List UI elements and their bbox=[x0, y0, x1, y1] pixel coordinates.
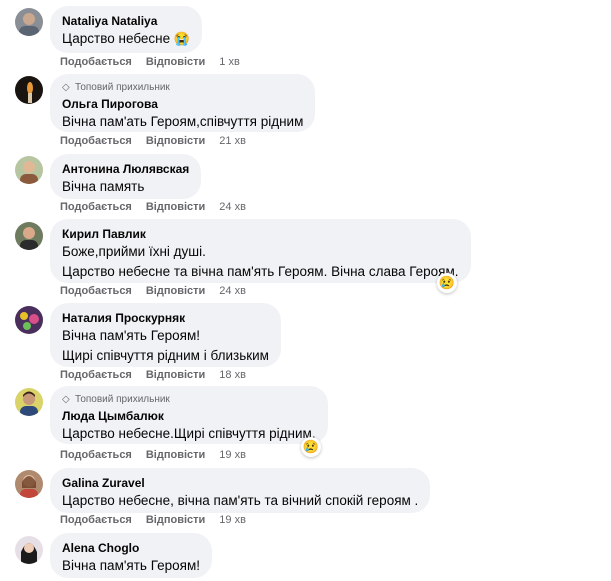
comment-time[interactable]: 19 хв bbox=[219, 449, 246, 461]
like-button[interactable]: Подобається bbox=[60, 514, 132, 526]
reply-button[interactable]: Відповісти bbox=[146, 514, 205, 526]
comment-time[interactable]: 19 хв bbox=[219, 514, 246, 526]
comment-actions: Подобається Відповісти 19 хв bbox=[60, 449, 246, 461]
comment-bubble: Galina Zuravel Царство небесне, вічна па… bbox=[50, 468, 431, 513]
comment-bubble: Наталия Проскурняк Вічна пам'ять Героям!… bbox=[50, 303, 281, 367]
avatar[interactable] bbox=[15, 388, 43, 416]
comment-author[interactable]: Nataliya Nataliya bbox=[62, 13, 190, 29]
comment-time[interactable]: 24 хв bbox=[219, 285, 246, 297]
comment-text: Щирі співчуття рідним і близьким bbox=[62, 348, 269, 363]
comment-bubble: Alena Choglo Вічна пам'ять Героям! bbox=[50, 533, 212, 578]
comment-author[interactable]: Alena Choglo bbox=[62, 540, 200, 556]
like-button[interactable]: Подобається bbox=[60, 135, 132, 147]
comment-actions: Подобається Відповісти 21 хв bbox=[60, 135, 246, 147]
like-button[interactable]: Подобається bbox=[60, 369, 132, 381]
like-button[interactable]: Подобається bbox=[60, 449, 132, 461]
comment-text: Вічна память bbox=[62, 179, 145, 194]
comment-author[interactable]: Galina Zuravel bbox=[62, 475, 418, 491]
comment-author[interactable]: Люда Цымбалюк bbox=[62, 408, 316, 424]
comment-author[interactable]: Наталия Проскурняк bbox=[62, 310, 269, 326]
comment-text: Царство небесне 😭 bbox=[62, 31, 191, 46]
reaction-sad-icon[interactable]: 😢 bbox=[301, 437, 321, 457]
comment-bubble: ◇ Топовий прихильник Люда Цымбалюк Царств… bbox=[50, 386, 328, 444]
diamond-icon: ◇ bbox=[62, 394, 70, 405]
comment-time[interactable]: 1 хв bbox=[219, 56, 240, 68]
reply-button[interactable]: Відповісти bbox=[146, 285, 205, 297]
like-button[interactable]: Подобається bbox=[60, 56, 132, 68]
comment-actions: Подобається Відповісти 1 хв bbox=[60, 56, 240, 68]
comment-actions: Подобається Відповісти 24 хв bbox=[60, 285, 246, 297]
reply-button[interactable]: Відповісти bbox=[146, 201, 205, 213]
comment-text: Боже,прийми їхні душі. bbox=[62, 244, 206, 259]
avatar[interactable] bbox=[15, 156, 43, 184]
avatar[interactable] bbox=[15, 8, 43, 36]
comment-bubble: ◇ Топовий прихильник Ольга Пирогова Вічна… bbox=[50, 74, 316, 132]
comment-bubble: Антонина Люлявская Вічна память bbox=[50, 154, 202, 199]
avatar[interactable] bbox=[15, 222, 43, 250]
comment-bubble: Nataliya Nataliya Царство небесне 😭 bbox=[50, 6, 203, 53]
comment-time[interactable]: 21 хв bbox=[219, 135, 246, 147]
comment-text: Вічна пам'ять Героям! bbox=[62, 558, 200, 573]
top-fan-badge: ◇ Топовий прихильник bbox=[62, 82, 170, 93]
like-button[interactable]: Подобається bbox=[60, 285, 132, 297]
avatar[interactable] bbox=[15, 470, 43, 498]
reply-button[interactable]: Відповісти bbox=[146, 369, 205, 381]
comment-text: Царство небесне, вічна пам'ять та вічний… bbox=[62, 493, 419, 508]
top-fan-badge: ◇ Топовий прихильник bbox=[62, 394, 170, 405]
diamond-icon: ◇ bbox=[62, 82, 70, 93]
reaction-sad-icon[interactable]: 😢 bbox=[437, 273, 457, 293]
comment-actions: Подобається Відповісти 24 хв bbox=[60, 201, 246, 213]
comment-text: Вічна пам'ать Героям,співчуття рідним bbox=[62, 114, 304, 129]
comment-time[interactable]: 18 хв bbox=[219, 369, 246, 381]
reply-button[interactable]: Відповісти bbox=[146, 135, 205, 147]
crying-emoji-icon: 😭 bbox=[173, 31, 191, 46]
comment-text: Царство небесне та вічна пам'ять Героям.… bbox=[62, 264, 459, 279]
avatar[interactable] bbox=[15, 306, 43, 334]
comment-author[interactable]: Кирил Павлик bbox=[62, 226, 459, 242]
comment-author[interactable]: Антонина Люлявская bbox=[62, 161, 189, 177]
avatar[interactable] bbox=[15, 536, 43, 564]
comment-author[interactable]: Ольга Пирогова bbox=[62, 96, 303, 112]
comment-actions: Подобається Відповісти 19 хв bbox=[60, 514, 246, 526]
comment-bubble: Кирил Павлик Боже,прийми їхні душі. Царс… bbox=[50, 219, 471, 283]
avatar[interactable] bbox=[15, 76, 43, 104]
reply-button[interactable]: Відповісти bbox=[146, 449, 205, 461]
like-button[interactable]: Подобається bbox=[60, 201, 132, 213]
comment-actions: Подобається Відповісти 18 хв bbox=[60, 369, 246, 381]
comment-time[interactable]: 24 хв bbox=[219, 201, 246, 213]
reply-button[interactable]: Відповісти bbox=[146, 56, 205, 68]
comment-text: Царство небесне.Щирі співчуття рідним. bbox=[62, 426, 316, 441]
comment-text: Вічна пам'ять Героям! bbox=[62, 328, 200, 343]
